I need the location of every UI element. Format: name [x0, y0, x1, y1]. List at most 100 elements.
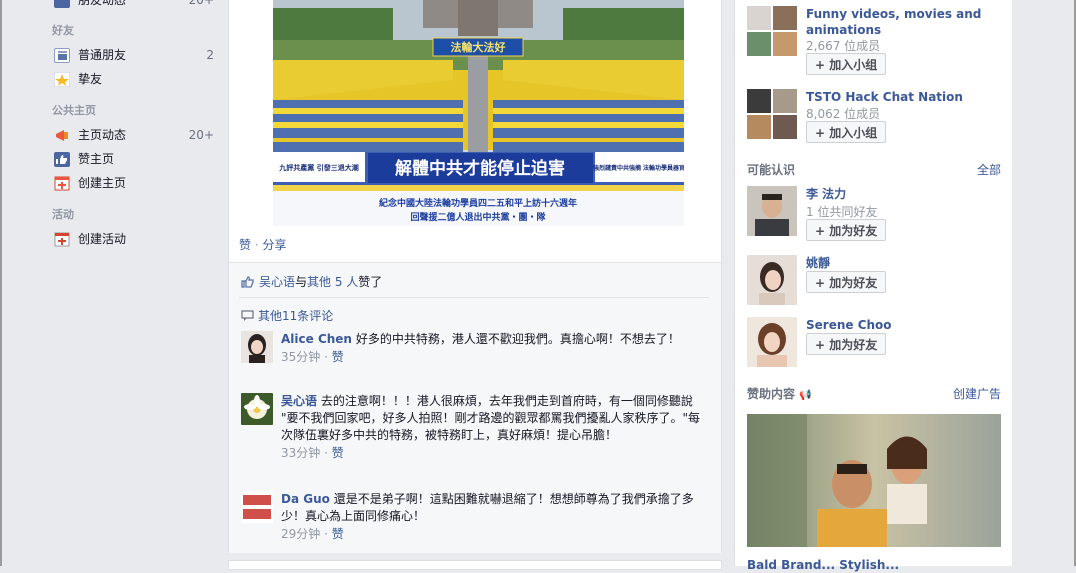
person-name-link[interactable]: 姚靜	[806, 255, 830, 271]
group-members: 2,667 位成员	[806, 39, 881, 53]
person-name-link[interactable]: Serene Choo	[806, 317, 892, 333]
left-navigation: 朋友动态 20+ 好友 普通朋友 2 挚友 公共主页 主页动态 20+ 赞主页 …	[0, 0, 222, 566]
group-member-photos[interactable]	[747, 6, 797, 56]
pages-heading[interactable]: 公共主页	[52, 102, 96, 118]
create-ad-link[interactable]: 创建广告	[953, 385, 1001, 402]
events-heading[interactable]: 活动	[52, 206, 74, 222]
avatar[interactable]	[241, 331, 273, 363]
nav-item-news-feed[interactable]: 朋友动态 20+	[54, 0, 214, 10]
nav-item-count: 2	[206, 48, 214, 62]
comment-time[interactable]: 29分钟	[281, 527, 320, 541]
ad-title-link[interactable]: Bald Brand... Stylish...	[747, 557, 899, 573]
news-feed-icon	[54, 0, 70, 8]
add-friend-button[interactable]: + 加为好友	[806, 219, 887, 241]
comment-author-link[interactable]: Alice Chen	[281, 332, 352, 346]
plus-icon: +	[815, 58, 830, 72]
avatar[interactable]	[241, 491, 273, 523]
sponsored-heading-label: 赞助内容	[747, 387, 796, 401]
friends-heading[interactable]: 好友	[52, 22, 74, 38]
nav-item-pages-feed[interactable]: 主页动态 20+	[54, 125, 214, 145]
feed-story: 法輪大法好 九評共產黨 引發三退大潮 解體中共才能停止迫害 強烈譴責中共強摘 法…	[228, 0, 722, 553]
comment-text: 去的注意啊！！！港人很麻煩，去年我們走到首府時，有一個同修聽說 "要不我們回家吧…	[281, 394, 701, 442]
photo-side-left: 九評共產黨 引發三退大潮	[278, 163, 358, 172]
nav-item-like-pages[interactable]: 赞主页	[54, 149, 214, 169]
pymk-see-all-link[interactable]: 全部	[977, 161, 1001, 178]
photo-banner-bottom-1: 紀念中國大陸法輪功學員四二五和平上訪十六週年	[379, 197, 577, 209]
add-friend-label: 加为好友	[829, 224, 878, 238]
thumbs-up-icon	[54, 152, 70, 167]
divider	[239, 297, 709, 298]
comment-time[interactable]: 33分钟	[281, 446, 320, 460]
nav-item-label: 普通朋友	[78, 48, 127, 62]
join-group-button[interactable]: + 加入小组	[806, 121, 887, 143]
calendar-icon	[54, 232, 70, 247]
nav-item-count: 20+	[188, 128, 214, 142]
view-more-comments[interactable]: 其他11条评论	[241, 307, 333, 325]
comments-section: 吴心语与其他 5 人赞了 其他11条评论 Alice Chen 好多的中共特務，…	[229, 262, 721, 553]
liker-name-link[interactable]: 吴心语	[259, 275, 295, 289]
add-friend-button[interactable]: + 加为好友	[806, 333, 887, 355]
ad-image[interactable]	[747, 414, 1001, 547]
nav-item-label: 挚友	[78, 72, 103, 86]
plus-icon: +	[815, 126, 830, 140]
thumbs-up-icon	[241, 275, 255, 291]
group-member-photos[interactable]	[747, 89, 797, 139]
photo-banner-top: 法輪大法好	[451, 40, 506, 54]
comment-icon	[241, 310, 254, 325]
nav-item-close-friends[interactable]: 挚友	[54, 69, 214, 89]
group-title-link[interactable]: Funny videos, movies and animations	[806, 6, 1006, 38]
other-likers-link[interactable]: 其他 5 人	[307, 275, 358, 289]
person-name-link[interactable]: 李 法力	[806, 186, 846, 202]
likes-suffix: 赞了	[358, 275, 383, 289]
comment-author-link[interactable]: 吴心语	[281, 394, 317, 408]
action-separator: ·	[251, 238, 263, 252]
star-icon	[54, 72, 70, 87]
avatar[interactable]	[747, 186, 797, 236]
comment-text: 好多的中共特務，港人還不歡迎我們。真擔心啊！不想去了！	[355, 332, 680, 346]
create-page-icon	[54, 176, 70, 191]
add-friend-label: 加为好友	[829, 338, 878, 352]
join-group-label: 加入小组	[829, 58, 878, 72]
nav-item-count: 20+	[188, 0, 214, 7]
avatar[interactable]	[747, 255, 797, 305]
avatar[interactable]	[747, 317, 797, 367]
nav-item-label: 主页动态	[78, 128, 127, 142]
add-friend-icon: +	[815, 338, 830, 352]
like-link[interactable]: 赞	[239, 238, 251, 252]
comment-author-link[interactable]: Da Guo	[281, 492, 330, 506]
nav-item-label: 创建活动	[78, 232, 127, 246]
nav-item-acquaintances[interactable]: 普通朋友 2	[54, 45, 214, 65]
pymk-person: 李 法力 1 位共同好友 + 加为好友	[747, 186, 1009, 241]
add-friend-icon: +	[815, 224, 830, 238]
pymk-person: 姚靜 + 加为好友	[747, 255, 1009, 307]
comment-like-link[interactable]: 赞	[332, 527, 344, 541]
pymk-person: Serene Choo + 加为好友	[747, 317, 1009, 369]
comment-time[interactable]: 35分钟	[281, 350, 320, 364]
group-members: 8,062 位成员	[806, 107, 881, 121]
right-column: Funny videos, movies and animations 2,66…	[734, 0, 1013, 572]
mutual-friends[interactable]: 1 位共同好友	[806, 203, 877, 220]
story-photo[interactable]: 法輪大法好 九評共產黨 引發三退大潮 解體中共才能停止迫害 強烈譴責中共強摘 法…	[273, 0, 684, 226]
share-link[interactable]: 分享	[262, 238, 286, 252]
comment-text: 還是不是弟子啊！這點困難就嚇退縮了！想想師尊為了我們承擔了多少！真心為上面同修痛…	[281, 492, 694, 523]
comment-like-link[interactable]: 赞	[332, 350, 344, 364]
photo-banner-bottom-2: 回聲援二億人退出中共黨・團・隊	[410, 211, 546, 223]
comment-like-link[interactable]: 赞	[332, 446, 344, 460]
group-title-link[interactable]: TSTO Hack Chat Nation	[806, 89, 1006, 105]
story-actions: 赞 · 分享	[239, 236, 286, 253]
megaphone-icon	[54, 128, 70, 143]
join-group-label: 加入小组	[829, 126, 878, 140]
group-suggestion: TSTO Hack Chat Nation 8,062 位成员 + 加入小组	[747, 89, 1009, 149]
megaphone-icon: 📢	[799, 390, 812, 401]
nav-item-label: 赞主页	[78, 152, 115, 166]
photo-banner-main: 解體中共才能停止迫害	[395, 158, 565, 179]
add-friend-icon: +	[815, 276, 830, 290]
likes-conj: 与	[295, 275, 308, 289]
avatar[interactable]	[241, 393, 273, 425]
add-friend-button[interactable]: + 加为好友	[806, 271, 887, 293]
friend-list-icon	[54, 48, 70, 63]
view-more-comments-label: 其他11条评论	[258, 309, 334, 323]
nav-item-create-event[interactable]: 创建活动	[54, 229, 214, 249]
join-group-button[interactable]: + 加入小组	[806, 53, 887, 75]
nav-item-create-page[interactable]: 创建主页	[54, 173, 214, 193]
